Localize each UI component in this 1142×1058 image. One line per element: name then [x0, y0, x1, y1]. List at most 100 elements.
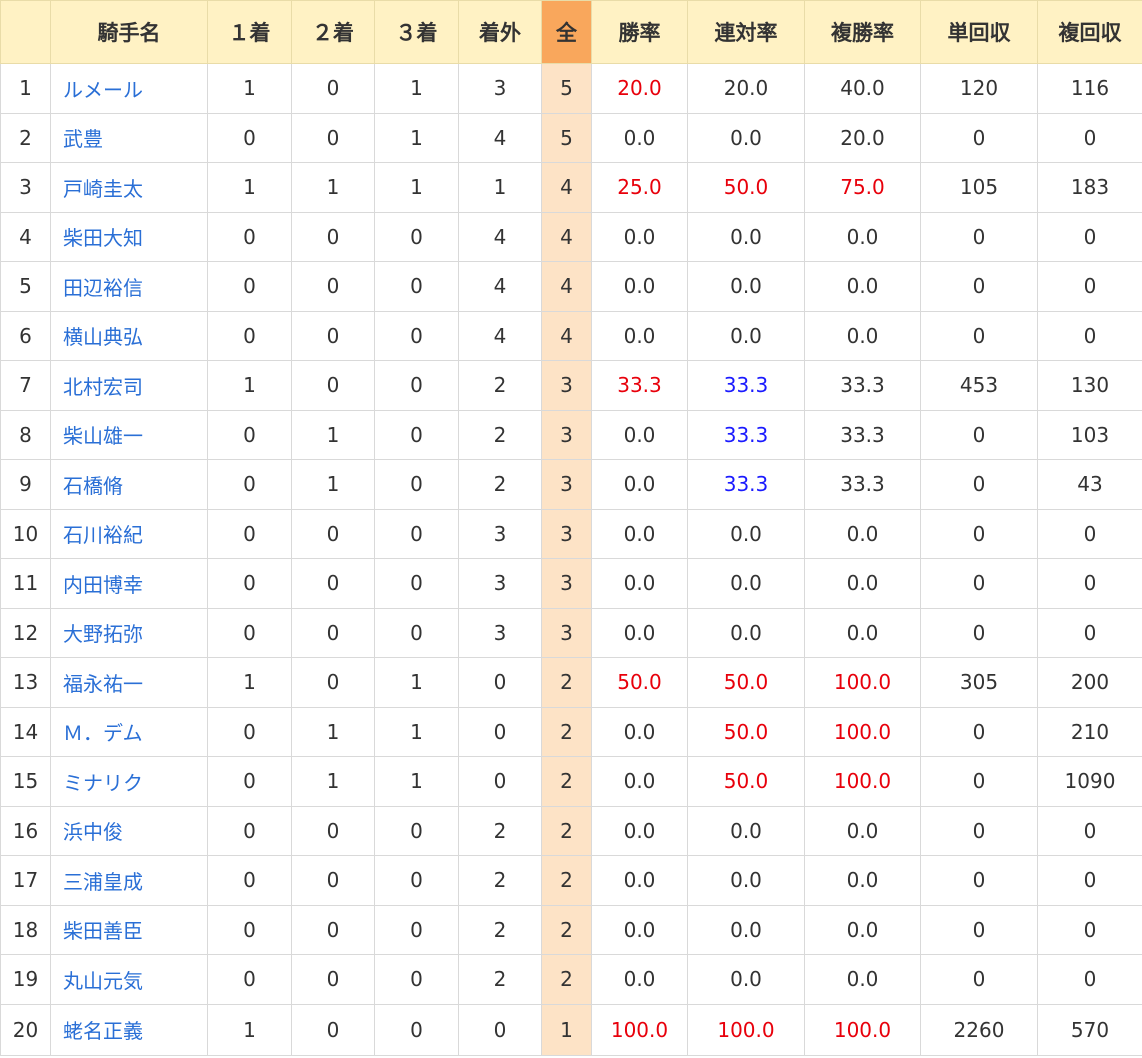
- total-count-cell: 3: [541, 508, 592, 559]
- header-first[interactable]: １着: [207, 0, 292, 64]
- win-rate-cell: 20.0: [591, 63, 688, 114]
- jockey-name-cell: 田辺裕信: [50, 261, 208, 312]
- win-return-cell: 0: [920, 558, 1038, 609]
- quinella-rate-cell: 0.0: [687, 211, 805, 262]
- place-return-cell: 200: [1037, 657, 1142, 708]
- total-count-cell: 5: [541, 112, 592, 163]
- out-of-place-count-cell: 0: [458, 756, 542, 807]
- jockey-name-cell: 福永祐一: [50, 657, 208, 708]
- jockey-name-link[interactable]: 田辺裕信: [63, 276, 143, 300]
- first-count-cell: 0: [207, 607, 292, 658]
- header-row: 騎手名 １着 ２着 ３着 着外 全 勝率 連対率 複勝率 単回収 複回収: [0, 0, 1142, 64]
- header-out-of-place[interactable]: 着外: [458, 0, 542, 64]
- second-count-cell: 0: [291, 112, 375, 163]
- header-win-return[interactable]: 単回収: [920, 0, 1038, 64]
- second-count-cell: 1: [291, 459, 375, 510]
- jockey-name-link[interactable]: 大野拓弥: [63, 622, 143, 646]
- header-place-rate[interactable]: 複勝率: [804, 0, 921, 64]
- first-count-cell: 0: [207, 508, 292, 559]
- place-rate-cell: 100.0: [804, 1003, 921, 1056]
- total-count-cell: 3: [541, 558, 592, 609]
- jockey-name-link[interactable]: 蛯名正義: [63, 1019, 143, 1043]
- first-count-cell: 0: [207, 261, 292, 312]
- rank-cell: 15: [0, 756, 51, 807]
- table-row: 5 田辺裕信 0 0 0 4 4 0.0 0.0 0.0 0 0: [0, 261, 1142, 312]
- place-rate-cell: 0.0: [804, 607, 921, 658]
- total-count-cell: 4: [541, 310, 592, 361]
- jockey-name-link[interactable]: 武豊: [63, 127, 103, 151]
- place-rate-cell: 0.0: [804, 558, 921, 609]
- header-total[interactable]: 全: [541, 0, 592, 64]
- header-place-return[interactable]: 複回収: [1037, 0, 1142, 64]
- table-row: 20 蛯名正義 1 0 0 0 1 100.0 100.0 100.0 2260 570: [0, 1003, 1142, 1056]
- total-count-cell: 2: [541, 954, 592, 1005]
- total-count-cell: 2: [541, 657, 592, 708]
- out-of-place-count-cell: 3: [458, 63, 542, 114]
- jockey-name-link[interactable]: 北村宏司: [63, 375, 143, 399]
- rank-cell: 6: [0, 310, 51, 361]
- jockey-name-link[interactable]: 柴田善臣: [63, 919, 143, 943]
- win-return-cell: 0: [920, 409, 1038, 460]
- table-row: 15 ミナリク 0 1 1 0 2 0.0 50.0 100.0 0 1090: [0, 756, 1142, 807]
- first-count-cell: 0: [207, 904, 292, 955]
- second-count-cell: 0: [291, 211, 375, 262]
- jockey-name-link[interactable]: 内田博幸: [63, 573, 143, 597]
- jockey-name-link[interactable]: ミナリク: [63, 771, 143, 795]
- jockey-name-link[interactable]: ルメール: [63, 78, 143, 102]
- jockey-name-cell: ミナリク: [50, 756, 208, 807]
- second-count-cell: 0: [291, 63, 375, 114]
- place-return-cell: 0: [1037, 855, 1142, 906]
- win-return-cell: 0: [920, 459, 1038, 510]
- total-count-cell: 3: [541, 607, 592, 658]
- jockey-name-link[interactable]: 横山典弘: [63, 325, 143, 349]
- second-count-cell: 0: [291, 508, 375, 559]
- second-count-cell: 0: [291, 904, 375, 955]
- header-second[interactable]: ２着: [291, 0, 375, 64]
- second-count-cell: 0: [291, 1003, 375, 1056]
- out-of-place-count-cell: 0: [458, 1003, 542, 1056]
- jockey-name-link[interactable]: 柴山雄一: [63, 424, 143, 448]
- jockey-name-cell: 柴山雄一: [50, 409, 208, 460]
- jockey-name-link[interactable]: 柴田大知: [63, 226, 143, 250]
- jockey-name-link[interactable]: Ｍ．デム: [63, 721, 143, 745]
- jockey-name-link[interactable]: 浜中俊: [63, 820, 123, 844]
- jockey-name-link[interactable]: 福永祐一: [63, 672, 143, 696]
- place-rate-cell: 0.0: [804, 211, 921, 262]
- win-rate-cell: 0.0: [591, 409, 688, 460]
- out-of-place-count-cell: 0: [458, 657, 542, 708]
- jockey-name-link[interactable]: 丸山元気: [63, 969, 143, 993]
- header-win-rate[interactable]: 勝率: [591, 0, 688, 64]
- second-count-cell: 0: [291, 607, 375, 658]
- rank-cell: 1: [0, 63, 51, 114]
- header-third[interactable]: ３着: [374, 0, 459, 64]
- first-count-cell: 1: [207, 1003, 292, 1056]
- table-row: 1 ルメール 1 0 1 3 5 20.0 20.0 40.0 120 116: [0, 63, 1142, 114]
- total-count-cell: 2: [541, 855, 592, 906]
- second-count-cell: 0: [291, 805, 375, 856]
- table-row: 11 内田博幸 0 0 0 3 3 0.0 0.0 0.0 0 0: [0, 558, 1142, 609]
- jockey-name-cell: 内田博幸: [50, 558, 208, 609]
- first-count-cell: 0: [207, 409, 292, 460]
- jockey-name-link[interactable]: 三浦皇成: [63, 870, 143, 894]
- total-count-cell: 4: [541, 211, 592, 262]
- header-jockey-name[interactable]: 騎手名: [50, 0, 208, 64]
- jockey-name-link[interactable]: 戸崎圭太: [63, 177, 143, 201]
- win-return-cell: 0: [920, 508, 1038, 559]
- first-count-cell: 1: [207, 657, 292, 708]
- jockey-name-link[interactable]: 石川裕紀: [63, 523, 143, 547]
- total-count-cell: 3: [541, 409, 592, 460]
- jockey-name-cell: 三浦皇成: [50, 855, 208, 906]
- table-row: 4 柴田大知 0 0 0 4 4 0.0 0.0 0.0 0 0: [0, 211, 1142, 262]
- win-return-cell: 0: [920, 310, 1038, 361]
- first-count-cell: 0: [207, 211, 292, 262]
- place-return-cell: 103: [1037, 409, 1142, 460]
- place-rate-cell: 0.0: [804, 508, 921, 559]
- third-count-cell: 0: [374, 607, 459, 658]
- win-return-cell: 0: [920, 805, 1038, 856]
- quinella-rate-cell: 0.0: [687, 904, 805, 955]
- jockey-name-link[interactable]: 石橋脩: [63, 474, 123, 498]
- header-quinella-rate[interactable]: 連対率: [687, 0, 805, 64]
- win-rate-cell: 0.0: [591, 607, 688, 658]
- place-rate-cell: 0.0: [804, 855, 921, 906]
- out-of-place-count-cell: 2: [458, 954, 542, 1005]
